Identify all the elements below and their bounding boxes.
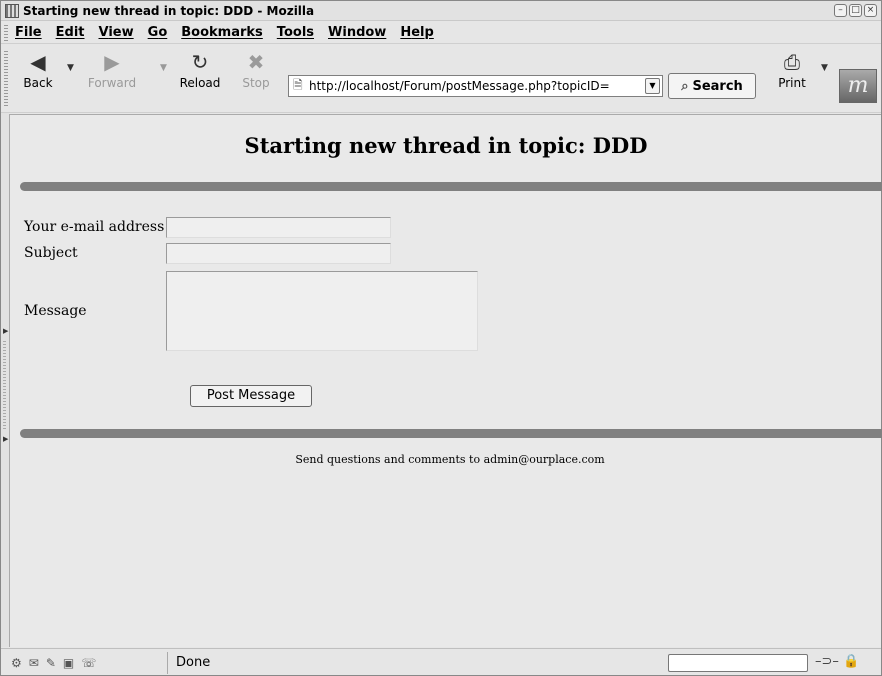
message-field[interactable] (166, 271, 478, 351)
forward-dropdown-icon[interactable]: ▼ (160, 63, 167, 73)
back-dropdown-icon[interactable]: ▼ (67, 63, 74, 73)
menu-go[interactable]: Go (148, 25, 168, 40)
navigation-toolbar: ◀ Back ▼ ▶ Forward ▼ ↻ Reload ✖ Stop 🗎 h… (1, 45, 881, 113)
window-controls: – □ × (834, 4, 877, 17)
mail-icon[interactable]: ✉ (29, 656, 39, 670)
address-book-icon[interactable]: ▣ (63, 656, 74, 670)
back-button[interactable]: ◀ Back (13, 51, 63, 90)
status-text: Done (176, 655, 211, 670)
reload-button[interactable]: ↻ Reload (175, 51, 225, 90)
status-separator (167, 651, 168, 674)
horizontal-rule (20, 429, 882, 438)
back-arrow-icon: ◀ (30, 50, 46, 74)
maximize-button[interactable]: □ (849, 4, 862, 17)
toolbar-grip (4, 51, 8, 107)
sidebar-grip[interactable]: ▶ ▶ (1, 113, 9, 647)
page-title: Starting new thread in topic: DDD (244, 133, 648, 158)
print-button[interactable]: ⎙ Print (767, 51, 817, 90)
page-content: Starting new thread in topic: DDD Your e… (9, 114, 882, 647)
browser-window: Starting new thread in topic: DDD - Mozi… (0, 0, 882, 676)
composer-icon[interactable]: ✎ (46, 656, 56, 670)
progress-bar (668, 654, 808, 672)
menubar-grip (4, 25, 8, 41)
navigator-icon[interactable]: ⚙ (11, 656, 22, 670)
subject-label: Subject (24, 245, 78, 261)
url-dropdown-icon[interactable]: ▼ (645, 78, 660, 94)
menu-help[interactable]: Help (400, 25, 433, 40)
menu-edit[interactable]: Edit (56, 25, 85, 40)
menu-tools[interactable]: Tools (277, 25, 314, 40)
irc-chat-icon[interactable]: ☏ (81, 656, 96, 670)
menu-bar: File Edit View Go Bookmarks Tools Window… (1, 22, 881, 44)
url-text[interactable]: http://localhost/Forum/postMessage.php?t… (309, 79, 639, 93)
search-icon: ⌕ (681, 78, 689, 94)
window-title: Starting new thread in topic: DDD - Mozi… (23, 3, 315, 18)
sidebar-arrow-icon[interactable]: ▶ (3, 435, 8, 443)
email-field[interactable] (166, 217, 391, 238)
online-status-icon[interactable]: –⊃– 🔒 (815, 654, 859, 669)
mozilla-logo[interactable]: m (839, 69, 877, 103)
menu-bookmarks[interactable]: Bookmarks (181, 25, 263, 40)
stop-icon: ✖ (247, 50, 265, 74)
footer-contact: Send questions and comments to admin@our… (295, 453, 605, 466)
forward-arrow-icon: ▶ (104, 50, 120, 74)
sidebar-arrow-icon[interactable]: ▶ (3, 327, 8, 335)
print-dropdown-icon[interactable]: ▼ (821, 63, 828, 73)
post-message-button[interactable]: Post Message (190, 385, 312, 407)
menu-file[interactable]: File (15, 25, 42, 40)
close-button[interactable]: × (864, 4, 877, 17)
horizontal-rule (20, 182, 882, 191)
stop-button[interactable]: ✖ Stop (231, 51, 281, 90)
title-bar: Starting new thread in topic: DDD - Mozi… (1, 1, 881, 21)
subject-field[interactable] (166, 243, 391, 264)
menu-view[interactable]: View (99, 25, 134, 40)
menu-window[interactable]: Window (328, 25, 386, 40)
status-bar: ⚙ ✉ ✎ ▣ ☏ Done –⊃– 🔒 (1, 648, 881, 676)
search-button[interactable]: ⌕ Search (668, 73, 756, 99)
sidebar-grip-dots (3, 341, 6, 431)
forward-button[interactable]: ▶ Forward (87, 51, 137, 90)
app-icon (5, 3, 19, 18)
component-icons: ⚙ ✉ ✎ ▣ ☏ (1, 656, 167, 670)
page-icon: 🗎 (293, 77, 303, 92)
minimize-button[interactable]: – (834, 4, 847, 17)
url-bar[interactable]: 🗎 http://localhost/Forum/postMessage.php… (288, 75, 663, 97)
reload-icon: ↻ (191, 50, 209, 74)
email-label: Your e-mail address (24, 219, 165, 235)
message-label: Message (24, 303, 87, 319)
printer-icon: ⎙ (784, 50, 800, 74)
